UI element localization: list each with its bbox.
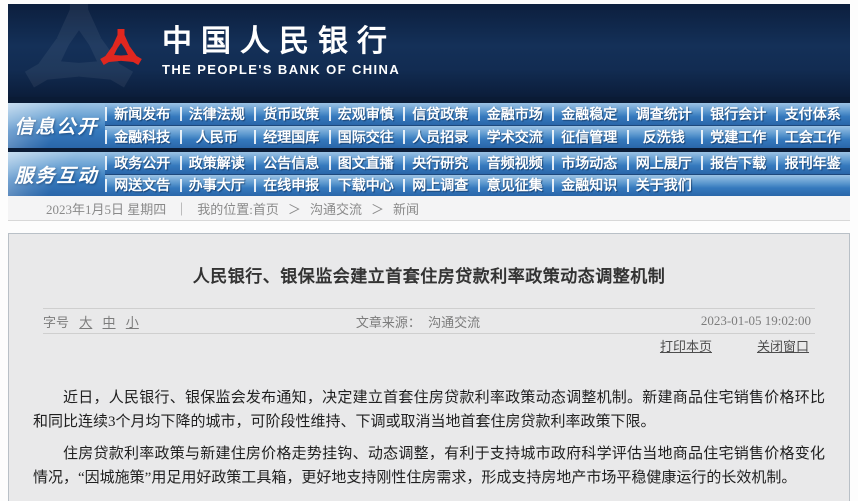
pboc-emblem-icon[interactable] [96,24,146,78]
breadcrumb-location-label: 我的位置: [197,199,253,218]
nav-menu-item[interactable]: 网送文告 [105,175,180,197]
nav-menu-item[interactable]: 反洗钱 [627,126,702,148]
nav-menu-item[interactable]: 办事大厅 [180,175,255,197]
bank-title-block: 中国人民银行 THE PEOPLE'S BANK OF CHINA [162,26,400,77]
bank-name-en: THE PEOPLE'S BANK OF CHINA [162,62,400,77]
breadcrumb: 2023年1月5日 星期四 ｜ 我的位置: 首页 ＞ 沟通交流 ＞ 新闻 [8,196,850,221]
nav-menu-item[interactable]: 在线申报 [254,175,329,197]
nav-menu-item[interactable]: 报告下载 [701,152,776,174]
font-size-small-button[interactable]: 小 [126,315,139,330]
breadcrumb-link-home[interactable]: 首页 [253,199,279,218]
nav-menu-item[interactable]: 报刊年鉴 [776,152,851,174]
article-datetime: 2023-01-05 19:02:00 [701,313,815,329]
breadcrumb-arrow-icon: ＞ [371,199,384,218]
nav-menu-item[interactable]: 关于我们 [627,175,702,197]
nav-section-service-interaction: 服务互动 政务公开政策解读公告信息图文直播央行研究音频视频市场动态网上展厅报告下… [8,152,850,196]
site-banner: 中国人民银行 THE PEOPLE'S BANK OF CHINA [8,4,850,97]
nav-menu-item[interactable]: 新闻发布 [105,103,180,125]
breadcrumb-link-communication[interactable]: 沟通交流 [310,199,362,218]
breadcrumb-arrow-icon: ＞ [288,199,301,218]
nav-menu-row: 政务公开政策解读公告信息图文直播央行研究音频视频市场动态网上展厅报告下载报刊年鉴 [105,152,850,174]
nav-menu-item[interactable]: 法律法规 [180,103,255,125]
print-page-button[interactable]: 打印本页 [660,336,712,355]
nav-menu-item[interactable]: 网上调查 [403,175,478,197]
nav-menu-item[interactable]: 下载中心 [329,175,404,197]
bank-name-cn: 中国人民银行 [162,26,400,58]
nav-empty-cell [701,175,776,197]
nav-menu-item[interactable]: 支付体系 [776,103,851,125]
nav-menu-item[interactable]: 信贷政策 [403,103,478,125]
nav-menu-item[interactable]: 货币政策 [254,103,329,125]
nav-menu-item[interactable]: 央行研究 [403,152,478,174]
nav-section-info-disclosure: 信息公开 新闻发布法律法规货币政策宏观审慎信贷政策金融市场金融稳定调查统计银行会… [8,103,850,148]
article-source: 文章来源： 沟通交流 [356,312,484,331]
article-paragraph: 住房贷款利率政策与新建住房价格走势挂钩、动态调整，有利于支持城市政府科学评估当地… [33,442,825,490]
nav-menu-row: 金融科技人民币经理国库国际交往人员招录学术交流征信管理反洗钱党建工作工会工作 [105,125,850,148]
nav-menu-item[interactable]: 工会工作 [776,126,851,148]
nav-menu-row: 新闻发布法律法规货币政策宏观审慎信贷政策金融市场金融稳定调查统计银行会计支付体系 [105,103,850,125]
nav-section-label-service-interaction[interactable]: 服务互动 [8,152,105,196]
nav-menu-item[interactable]: 意见征集 [478,175,553,197]
nav-menu-row: 网送文告办事大厅在线申报下载中心网上调查意见征集金融知识关于我们 [105,174,850,197]
article-card: 人民银行、银保监会建立首套住房贷款利率政策动态调整机制 字号 大 中 小 文章来… [8,233,850,501]
nav-menu-item[interactable]: 征信管理 [552,126,627,148]
nav-menu-item[interactable]: 学术交流 [478,126,553,148]
font-size-medium-button[interactable]: 中 [103,315,116,330]
nav-menu-item[interactable]: 金融市场 [478,103,553,125]
nav-menu-item[interactable]: 人员招录 [403,126,478,148]
nav-menu-item[interactable]: 政策解读 [180,152,255,174]
close-window-button[interactable]: 关闭窗口 [757,336,809,355]
nav-empty-cell [776,175,851,197]
nav-menu-item[interactable]: 音频视频 [478,152,553,174]
nav-menu-item[interactable]: 宏观审慎 [329,103,404,125]
article-body: 近日，人民银行、银保监会发布通知，决定建立首套住房贷款利率政策动态调整机制。新建… [33,386,825,501]
nav-menu-item[interactable]: 政务公开 [105,152,180,174]
nav-menu-grid: 新闻发布法律法规货币政策宏观审慎信贷政策金融市场金融稳定调查统计银行会计支付体系… [105,103,850,148]
article-action-links: 打印本页 关闭窗口 [33,334,825,356]
breadcrumb-divider: ｜ [175,199,188,218]
font-size-large-button[interactable]: 大 [79,315,92,330]
breadcrumb-link-news[interactable]: 新闻 [393,199,419,218]
font-size-label: 字号 [43,315,69,330]
nav-menu-item[interactable]: 公告信息 [254,152,329,174]
nav-menu-item[interactable]: 党建工作 [701,126,776,148]
nav-section-label-info-disclosure[interactable]: 信息公开 [8,103,105,148]
nav-menu-item[interactable]: 金融科技 [105,126,180,148]
nav-menu-item[interactable]: 金融知识 [552,175,627,197]
nav-menu-item[interactable]: 经理国库 [254,126,329,148]
font-size-controls: 字号 大 中 小 [43,312,146,331]
nav-menu-item[interactable]: 银行会计 [701,103,776,125]
nav-menu-grid: 政务公开政策解读公告信息图文直播央行研究音频视频市场动态网上展厅报告下载报刊年鉴… [105,152,850,196]
article-title: 人民银行、银保监会建立首套住房贷款利率政策动态调整机制 [33,262,825,287]
nav-menu-item[interactable]: 市场动态 [552,152,627,174]
nav-menu-item[interactable]: 金融稳定 [552,103,627,125]
page-shell: 中国人民银行 THE PEOPLE'S BANK OF CHINA 信息公开 新… [8,4,850,221]
article-paragraph: 近日，人民银行、银保监会发布通知，决定建立首套住房贷款利率政策动态调整机制。新建… [33,386,825,434]
nav-menu-item[interactable]: 调查统计 [627,103,702,125]
nav-menu-item[interactable]: 人民币 [180,126,255,148]
article-meta-row: 字号 大 中 小 文章来源： 沟通交流 2023-01-05 19:02:00 [43,308,815,334]
nav-menu-item[interactable]: 网上展厅 [627,152,702,174]
nav-menu-item[interactable]: 国际交往 [329,126,404,148]
breadcrumb-date: 2023年1月5日 星期四 [46,199,166,218]
article-source-label: 文章来源： [356,315,421,330]
article-source-value: 沟通交流 [428,315,480,330]
nav-menu-item[interactable]: 图文直播 [329,152,404,174]
